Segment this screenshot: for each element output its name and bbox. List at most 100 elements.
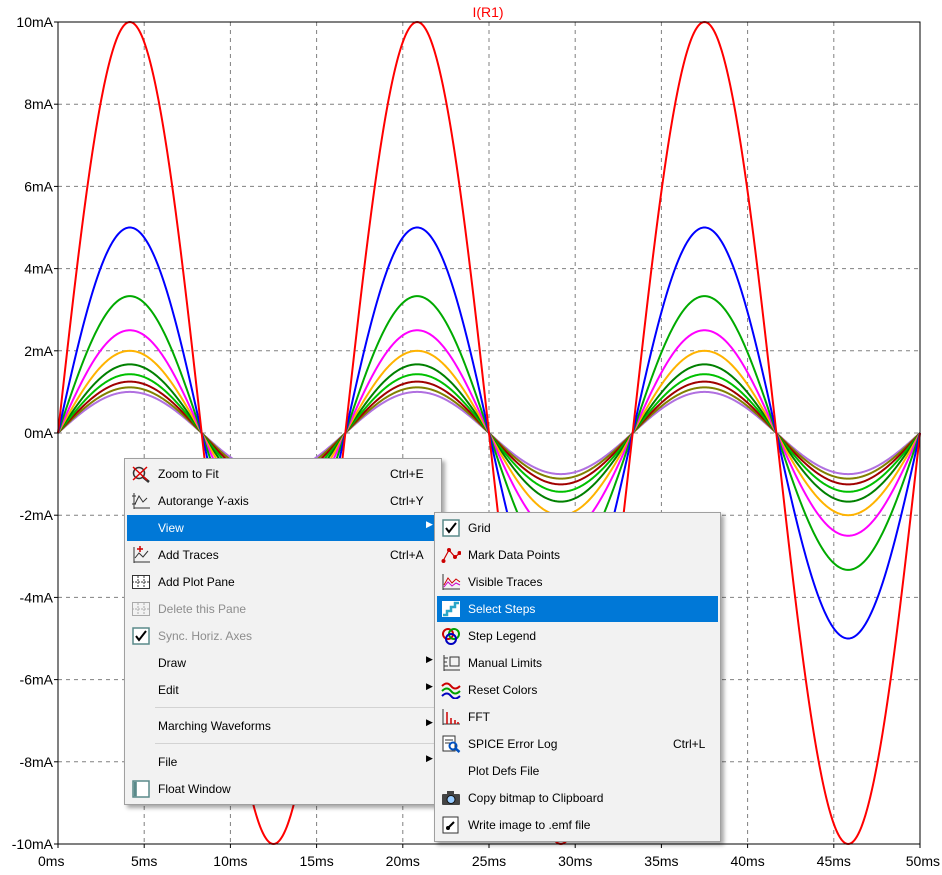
- menu-label: FFT: [468, 710, 490, 724]
- menu-item-view[interactable]: View ▶: [127, 515, 439, 541]
- submenu-arrow-icon: ▶: [426, 717, 433, 727]
- y-tick-label: -6mA: [20, 672, 54, 688]
- menu-label: Float Window: [158, 782, 231, 796]
- submenu-item-spice-error-log[interactable]: SPICE Error Log Ctrl+L: [437, 731, 718, 757]
- submenu-item-fft[interactable]: FFT: [437, 704, 718, 730]
- x-tick-label: 5ms: [131, 853, 157, 869]
- menu-label: Sync. Horiz. Axes: [158, 629, 253, 643]
- menu-label: Write image to .emf file: [468, 818, 591, 832]
- menu-label: Autorange Y-axis: [158, 494, 249, 508]
- menu-label: Grid: [468, 521, 491, 535]
- reset-colors-icon: [441, 681, 461, 700]
- y-tick-label: 4mA: [24, 261, 53, 277]
- submenu-item-copy-bitmap[interactable]: Copy bitmap to Clipboard: [437, 785, 718, 811]
- submenu-item-visible-traces[interactable]: Visible Traces: [437, 569, 718, 595]
- y-tick-label: 6mA: [24, 178, 53, 194]
- y-tick-label: 8mA: [24, 96, 53, 112]
- submenu-item-plot-defs-file[interactable]: Plot Defs File: [437, 758, 718, 784]
- x-tick-label: 10ms: [213, 853, 247, 869]
- select-steps-icon: [441, 600, 461, 618]
- menu-item-autorange-y-axis[interactable]: Autorange Y-axis Ctrl+Y: [127, 488, 439, 514]
- menu-item-draw[interactable]: Draw ▶: [127, 650, 439, 676]
- menu-label: SPICE Error Log: [468, 737, 558, 751]
- menu-label: Add Traces: [158, 548, 219, 562]
- submenu-item-mark-data-points[interactable]: Mark Data Points: [437, 542, 718, 568]
- menu-shortcut: Ctrl+L: [673, 737, 706, 751]
- manual-limits-icon: [441, 654, 461, 672]
- menu-label: Edit: [158, 683, 179, 697]
- x-tick-label: 30ms: [558, 853, 592, 869]
- submenu-arrow-icon: ▶: [426, 654, 433, 664]
- menu-label: Manual Limits: [468, 656, 543, 670]
- submenu-item-reset-colors[interactable]: Reset Colors: [437, 677, 718, 703]
- menu-shortcut: Ctrl+E: [390, 467, 424, 481]
- menu-item-marching-waveforms[interactable]: Marching Waveforms ▶: [127, 713, 439, 739]
- menu-label: View: [158, 521, 184, 535]
- submenu-item-manual-limits[interactable]: Manual Limits: [437, 650, 718, 676]
- menu-label: Copy bitmap to Clipboard: [468, 791, 604, 805]
- submenu-item-select-steps[interactable]: Select Steps: [437, 596, 718, 622]
- y-tick-label: -10mA: [12, 836, 54, 852]
- menu-label: Add Plot Pane: [158, 575, 235, 589]
- delete-pane-icon: [131, 600, 151, 618]
- context-menu: Zoom to Fit Ctrl+E Autorange Y-axis Ctrl…: [124, 458, 442, 805]
- menu-label: Reset Colors: [468, 683, 538, 697]
- add-pane-icon: [131, 573, 151, 591]
- menu-item-file[interactable]: File ▶: [127, 749, 439, 775]
- plot-title[interactable]: I(R1): [472, 4, 503, 20]
- menu-separator: [155, 743, 437, 744]
- mark-points-icon: [441, 546, 462, 564]
- x-tick-label: 0ms: [38, 853, 64, 869]
- menu-item-edit[interactable]: Edit ▶: [127, 677, 439, 703]
- y-tick-label: 0mA: [24, 425, 53, 441]
- y-tick-label: -4mA: [20, 589, 54, 605]
- menu-label: Marching Waveforms: [158, 719, 271, 733]
- menu-item-add-traces[interactable]: Add Traces Ctrl+A: [127, 542, 439, 568]
- fft-icon: [441, 708, 461, 726]
- menu-label: Zoom to Fit: [158, 467, 219, 481]
- menu-shortcut: Ctrl+Y: [390, 494, 424, 508]
- x-tick-label: 40ms: [730, 853, 764, 869]
- x-tick-label: 15ms: [299, 853, 333, 869]
- menu-label: Step Legend: [468, 629, 537, 643]
- y-tick-label: -8mA: [20, 754, 54, 770]
- submenu-item-grid[interactable]: Grid: [437, 515, 718, 541]
- zoom-fit-icon: [131, 465, 151, 483]
- y-tick-label: 2mA: [24, 343, 53, 359]
- submenu-item-step-legend[interactable]: Step Legend: [437, 623, 718, 649]
- x-axis: 0ms 5ms 10ms 15ms 20ms 25ms 30ms 35ms 40ms 45ms 50…: [38, 844, 940, 869]
- add-traces-icon: [131, 546, 151, 564]
- view-submenu: Grid Mark Data Points Visible Traces Sel…: [434, 512, 721, 842]
- submenu-arrow-icon: ▶: [426, 753, 433, 763]
- submenu-arrow-icon: ▶: [426, 681, 433, 691]
- submenu-item-write-emf[interactable]: Write image to .emf file: [437, 812, 718, 838]
- menu-item-add-plot-pane[interactable]: Add Plot Pane: [127, 569, 439, 595]
- step-legend-icon: [441, 627, 461, 645]
- menu-item-sync-horiz-axes[interactable]: Sync. Horiz. Axes: [127, 623, 439, 649]
- check-icon: [131, 627, 151, 645]
- check-icon: [441, 519, 461, 537]
- menu-item-delete-this-pane[interactable]: Delete this Pane: [127, 596, 439, 622]
- float-window-icon: [131, 780, 151, 798]
- emf-icon: [441, 816, 461, 834]
- menu-shortcut: Ctrl+A: [390, 548, 424, 562]
- x-tick-label: 35ms: [644, 853, 678, 869]
- x-tick-label: 45ms: [817, 853, 851, 869]
- error-log-icon: [441, 735, 461, 753]
- y-tick-label: -2mA: [20, 507, 54, 523]
- menu-item-float-window[interactable]: Float Window: [127, 776, 439, 802]
- y-tick-label: 10mA: [16, 14, 53, 30]
- menu-label: File: [158, 755, 178, 769]
- submenu-arrow-icon: ▶: [426, 519, 433, 529]
- menu-label: Draw: [158, 656, 187, 670]
- menu-item-zoom-to-fit[interactable]: Zoom to Fit Ctrl+E: [127, 461, 439, 487]
- x-tick-label: 50ms: [906, 853, 940, 869]
- menu-label: Plot Defs File: [468, 764, 540, 778]
- menu-separator: [155, 707, 437, 708]
- camera-icon: [441, 789, 461, 807]
- x-tick-label: 20ms: [386, 853, 420, 869]
- visible-traces-icon: [441, 573, 461, 591]
- menu-label: Visible Traces: [468, 575, 543, 589]
- autorange-icon: [131, 492, 151, 510]
- menu-label: Delete this Pane: [158, 602, 247, 616]
